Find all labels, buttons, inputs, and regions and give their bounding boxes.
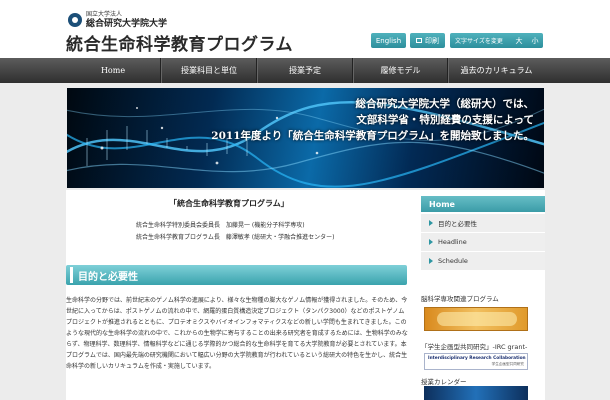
print-button-label: 印刷: [425, 36, 439, 45]
banner-line: 2011年度より「統合生命科学教育プログラム」を開始致しました。: [211, 130, 534, 142]
section-heading: 目的と必要性: [66, 265, 407, 285]
sidebar-item-label: Schedule: [438, 257, 468, 265]
sidebar-item-purpose[interactable]: 目的と必要性: [421, 214, 545, 233]
sidebar-home-link[interactable]: Home: [421, 196, 545, 212]
sidebar-label-brain-science: 脳科学専攻関連プログラム: [421, 295, 499, 303]
sidebar-label-calendar: 授業カレンダー: [421, 378, 467, 386]
site-title[interactable]: 統合生命科学教育プログラム: [66, 30, 293, 55]
irc-grant-banner-title: Interdisciplinary Research Collaboration…: [428, 356, 527, 361]
english-button-label: English: [375, 36, 402, 45]
nav-item-courses[interactable]: 授業科目と単位: [161, 58, 257, 83]
font-size-label: 文字サイズを変更: [455, 38, 503, 45]
hero-banner: 総合研究大学院大学（総研大）では、 文部科学省・特別経費の支援によって 2011…: [67, 88, 544, 188]
site-header: 国立大学法人 総合研究大学院大学 統合生命科学教育プログラム English 印…: [0, 0, 610, 58]
logo-university-name[interactable]: 総合研究大学院大学: [86, 16, 167, 29]
irc-grant-banner-subtitle: 学生企画型共同研究: [491, 362, 524, 366]
sidebar-item-label: Headline: [438, 238, 467, 246]
print-icon: [416, 38, 422, 43]
font-size-small-button[interactable]: 小: [527, 36, 543, 46]
banner-line: 文部科学省・特別経費の支援によって: [356, 114, 534, 126]
sidebar-item-schedule[interactable]: Schedule: [421, 252, 545, 271]
triangle-right-icon: [429, 239, 433, 245]
nav-item-past-curriculum[interactable]: 過去のカリキュラム: [448, 58, 544, 83]
triangle-right-icon: [429, 258, 433, 264]
content-panel: 「統合生命科学教育プログラム」 統合生命科学特別委員会委員長 加藤晃一 (機能分…: [66, 190, 545, 400]
banner-text: 総合研究大学院大学（総研大）では、 文部科学省・特別経費の支援によって 2011…: [211, 96, 534, 144]
nav-item-model[interactable]: 履修モデル: [353, 58, 448, 83]
main-nav: Home 授業科目と単位 授業予定 履修モデル 過去のカリキュラム: [0, 58, 610, 83]
font-size-large-button[interactable]: 大: [511, 36, 527, 46]
sidebar-list: 目的と必要性 Headline Schedule: [421, 214, 545, 271]
program-director: 統合生命科学教育プログラム長 藤澤敏孝 (総研大・学融合推進センター): [136, 234, 335, 241]
brain-science-banner-link[interactable]: [424, 307, 528, 331]
print-button[interactable]: 印刷: [410, 33, 445, 48]
banner-line: 総合研究大学院大学（総研大）では、: [355, 98, 535, 110]
calendar-banner-link[interactable]: [424, 386, 528, 400]
program-title: 「統合生命科学教育プログラム」: [169, 199, 289, 208]
nav-item-home[interactable]: Home: [66, 58, 161, 83]
sidebar-item-headline[interactable]: Headline: [421, 233, 545, 252]
section-heading-title: 目的と必要性: [78, 272, 138, 283]
font-size-control: 文字サイズを変更 大 小: [450, 33, 543, 48]
university-emblem-icon[interactable]: [68, 13, 82, 27]
sidebar-item-label: 目的と必要性: [438, 220, 477, 228]
section-heading-marker: [70, 267, 73, 283]
english-button[interactable]: English: [371, 33, 406, 48]
committee-chair: 統合生命科学特別委員会委員長 加藤晃一 (機能分子科学専攻): [136, 222, 305, 229]
nav-item-schedule[interactable]: 授業予定: [257, 58, 353, 83]
triangle-right-icon: [429, 220, 433, 226]
irc-grant-banner-link[interactable]: Interdisciplinary Research Collaboration…: [424, 353, 528, 370]
sidebar-label-irc: 「学生企画型共同研究」-IRC grant-: [421, 343, 528, 351]
body-paragraph: 生命科学の分野では、前世紀末のゲノム科学の進展により、様々な生物種の膨大なゲノム…: [66, 297, 408, 370]
banner-glow: [437, 312, 517, 326]
